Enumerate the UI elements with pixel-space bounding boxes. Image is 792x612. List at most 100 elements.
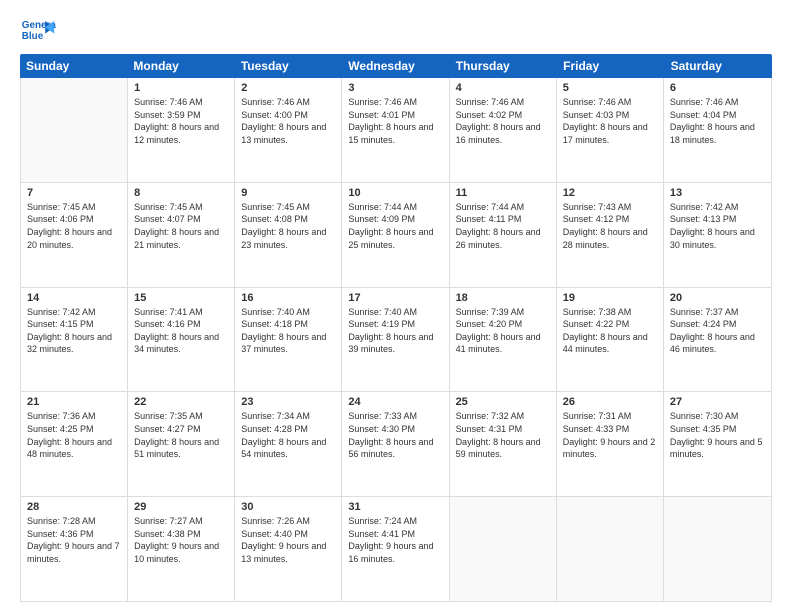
day-number: 5 [563,82,657,94]
calendar-body: 1Sunrise: 7:46 AMSunset: 3:59 PMDaylight… [20,78,772,602]
cell-info: Sunrise: 7:42 AMSunset: 4:13 PMDaylight:… [670,201,765,251]
day-number: 30 [241,501,335,513]
day-number: 20 [670,292,765,304]
day-number: 6 [670,82,765,94]
calendar-cell: 25 Sunrise: 7:32 AMSunset: 4:31 PMDayligh… [450,392,557,496]
day-number: 24 [348,396,442,408]
day-number: 25 [456,396,550,408]
day-number: 10 [348,187,442,199]
calendar-cell: 20 Sunrise: 7:37 AMSunset: 4:24 PMDayligh… [664,288,771,392]
calendar-cell: 6 Sunrise: 7:46 AMSunset: 4:04 PMDaylight… [664,78,771,182]
calendar-cell: 22 Sunrise: 7:35 AMSunset: 4:27 PMDayligh… [128,392,235,496]
calendar-week-row: 1Sunrise: 7:46 AMSunset: 3:59 PMDaylight… [21,78,771,183]
calendar-cell: 28Sunrise: 7:28 AMSunset: 4:36 PMDayligh… [21,497,128,601]
cell-info: Sunrise: 7:27 AMSunset: 4:38 PMDaylight:… [134,515,228,565]
cell-info: Sunrise: 7:45 AMSunset: 4:07 PMDaylight:… [134,201,228,251]
calendar-week-row: 7 Sunrise: 7:45 AMSunset: 4:06 PMDaylight… [21,183,771,288]
cell-info: Sunrise: 7:46 AMSunset: 4:01 PMDaylight:… [348,96,442,146]
calendar-cell [450,497,557,601]
cell-info: Sunrise: 7:35 AMSunset: 4:27 PMDaylight:… [134,410,228,460]
day-number: 17 [348,292,442,304]
day-number: 31 [348,501,442,513]
calendar-cell: 12 Sunrise: 7:43 AMSunset: 4:12 PMDayligh… [557,183,664,287]
day-number: 4 [456,82,550,94]
cell-info: Sunrise: 7:46 AMSunset: 4:03 PMDaylight:… [563,96,657,146]
day-number: 23 [241,396,335,408]
weekday-header: Monday [127,54,234,78]
day-number: 21 [27,396,121,408]
cell-info: Sunrise: 7:24 AMSunset: 4:41 PMDaylight:… [348,515,442,565]
calendar: SundayMondayTuesdayWednesdayThursdayFrid… [20,54,772,602]
weekday-header: Sunday [20,54,127,78]
calendar-cell: 3 Sunrise: 7:46 AMSunset: 4:01 PMDaylight… [342,78,449,182]
day-number: 8 [134,187,228,199]
cell-info: Sunrise: 7:28 AMSunset: 4:36 PMDaylight:… [27,515,121,565]
cell-info: Sunrise: 7:43 AMSunset: 4:12 PMDaylight:… [563,201,657,251]
cell-info: Sunrise: 7:33 AMSunset: 4:30 PMDaylight:… [348,410,442,460]
cell-info: Sunrise: 7:39 AMSunset: 4:20 PMDaylight:… [456,306,550,356]
day-number: 3 [348,82,442,94]
day-number: 14 [27,292,121,304]
calendar-cell: 13 Sunrise: 7:42 AMSunset: 4:13 PMDayligh… [664,183,771,287]
calendar-cell: 5 Sunrise: 7:46 AMSunset: 4:03 PMDaylight… [557,78,664,182]
calendar-cell: 23 Sunrise: 7:34 AMSunset: 4:28 PMDayligh… [235,392,342,496]
calendar-cell: 2Sunrise: 7:46 AMSunset: 4:00 PMDaylight… [235,78,342,182]
svg-text:Blue: Blue [22,31,44,42]
day-number: 29 [134,501,228,513]
cell-info: Sunrise: 7:30 AMSunset: 4:35 PMDaylight:… [670,410,765,460]
calendar-cell: 19Sunrise: 7:38 AMSunset: 4:22 PMDayligh… [557,288,664,392]
day-number: 7 [27,187,121,199]
day-number: 13 [670,187,765,199]
calendar-cell: 10Sunrise: 7:44 AMSunset: 4:09 PMDayligh… [342,183,449,287]
day-number: 12 [563,187,657,199]
cell-info: Sunrise: 7:31 AMSunset: 4:33 PMDaylight:… [563,410,657,460]
calendar-week-row: 28Sunrise: 7:28 AMSunset: 4:36 PMDayligh… [21,497,771,601]
cell-info: Sunrise: 7:41 AMSunset: 4:16 PMDaylight:… [134,306,228,356]
calendar-cell: 14 Sunrise: 7:42 AMSunset: 4:15 PMDayligh… [21,288,128,392]
logo-icon: General Blue [20,16,56,44]
day-number: 18 [456,292,550,304]
cell-info: Sunrise: 7:46 AMSunset: 4:04 PMDaylight:… [670,96,765,146]
logo: General Blue [20,16,62,44]
weekday-header: Thursday [450,54,557,78]
calendar-cell: 17 Sunrise: 7:40 AMSunset: 4:19 PMDayligh… [342,288,449,392]
day-number: 15 [134,292,228,304]
header: General Blue [20,16,772,44]
calendar-cell: 1Sunrise: 7:46 AMSunset: 3:59 PMDaylight… [128,78,235,182]
calendar-cell [557,497,664,601]
calendar-cell: 18 Sunrise: 7:39 AMSunset: 4:20 PMDayligh… [450,288,557,392]
cell-info: Sunrise: 7:26 AMSunset: 4:40 PMDaylight:… [241,515,335,565]
cell-info: Sunrise: 7:45 AMSunset: 4:06 PMDaylight:… [27,201,121,251]
calendar-cell: 7 Sunrise: 7:45 AMSunset: 4:06 PMDaylight… [21,183,128,287]
cell-info: Sunrise: 7:46 AMSunset: 4:00 PMDaylight:… [241,96,335,146]
day-number: 16 [241,292,335,304]
cell-info: Sunrise: 7:37 AMSunset: 4:24 PMDaylight:… [670,306,765,356]
calendar-week-row: 21 Sunrise: 7:36 AMSunset: 4:25 PMDayligh… [21,392,771,497]
calendar-cell [21,78,128,182]
calendar-cell: 31 Sunrise: 7:24 AMSunset: 4:41 PMDayligh… [342,497,449,601]
calendar-cell: 9Sunrise: 7:45 AMSunset: 4:08 PMDaylight… [235,183,342,287]
cell-info: Sunrise: 7:36 AMSunset: 4:25 PMDaylight:… [27,410,121,460]
cell-info: Sunrise: 7:34 AMSunset: 4:28 PMDaylight:… [241,410,335,460]
cell-info: Sunrise: 7:40 AMSunset: 4:19 PMDaylight:… [348,306,442,356]
calendar-cell: 15 Sunrise: 7:41 AMSunset: 4:16 PMDayligh… [128,288,235,392]
day-number: 27 [670,396,765,408]
calendar-cell [664,497,771,601]
calendar-cell: 24 Sunrise: 7:33 AMSunset: 4:30 PMDayligh… [342,392,449,496]
calendar-cell: 11Sunrise: 7:44 AMSunset: 4:11 PMDayligh… [450,183,557,287]
cell-info: Sunrise: 7:40 AMSunset: 4:18 PMDaylight:… [241,306,335,356]
weekday-header: Tuesday [235,54,342,78]
calendar-cell: 30 Sunrise: 7:26 AMSunset: 4:40 PMDayligh… [235,497,342,601]
calendar-header: SundayMondayTuesdayWednesdayThursdayFrid… [20,54,772,78]
day-number: 11 [456,187,550,199]
calendar-cell: 16 Sunrise: 7:40 AMSunset: 4:18 PMDayligh… [235,288,342,392]
calendar-cell: 4Sunrise: 7:46 AMSunset: 4:02 PMDaylight… [450,78,557,182]
calendar-cell: 26 Sunrise: 7:31 AMSunset: 4:33 PMDayligh… [557,392,664,496]
cell-info: Sunrise: 7:32 AMSunset: 4:31 PMDaylight:… [456,410,550,460]
day-number: 26 [563,396,657,408]
cell-info: Sunrise: 7:42 AMSunset: 4:15 PMDaylight:… [27,306,121,356]
cell-info: Sunrise: 7:46 AMSunset: 3:59 PMDaylight:… [134,96,228,146]
day-number: 22 [134,396,228,408]
calendar-cell: 8 Sunrise: 7:45 AMSunset: 4:07 PMDaylight… [128,183,235,287]
calendar-page: General Blue SundayMondayTuesdayWednesda… [0,0,792,612]
